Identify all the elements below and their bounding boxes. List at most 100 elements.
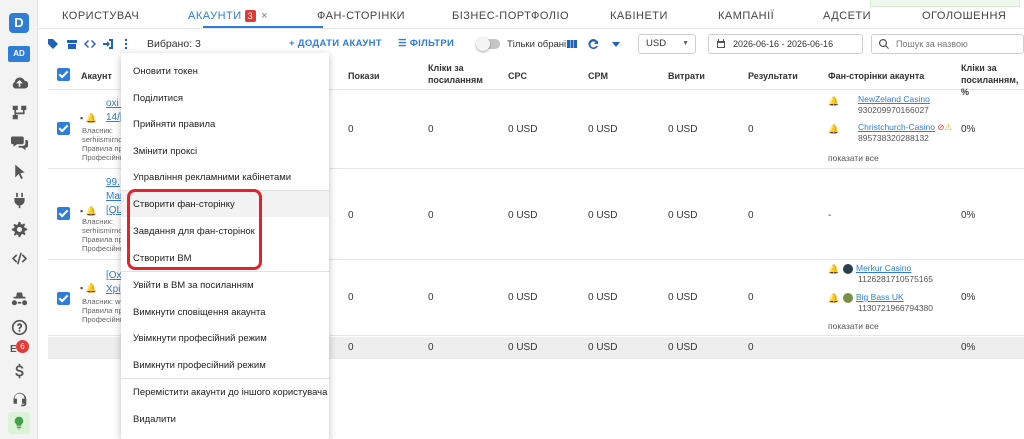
tab-user[interactable]: КОРИСТУВАЧ	[62, 10, 139, 22]
tab-accounts[interactable]: АКАУНТИ 3 ×	[188, 10, 268, 22]
fanpage-link[interactable]: Christchurch-Casino	[858, 122, 935, 132]
comments-icon[interactable]	[9, 133, 29, 151]
date-range-value: 2026-06-16 - 2026-06-16	[733, 39, 834, 49]
tab-fanpages[interactable]: ФАН-СТОРІНКИ	[317, 10, 405, 22]
fanpage-item: Big Bass UK 1130721966794380	[843, 292, 933, 314]
plug-icon[interactable]	[9, 191, 29, 209]
search-input[interactable]: Пошук за назвою	[871, 34, 1024, 54]
row-checkbox[interactable]	[57, 207, 70, 220]
help-icon[interactable]	[9, 318, 29, 336]
total-clicks: 0	[428, 342, 434, 353]
menu-item-change-proxy[interactable]: Змінити проксі	[133, 146, 197, 157]
th-spend[interactable]: Витрати	[668, 70, 705, 82]
menu-item-delete[interactable]: Видалити	[133, 414, 176, 425]
account-status-icons: ▪ 🔔	[80, 283, 97, 293]
bell-icon: 🔔	[828, 264, 840, 274]
menu-item-join-bm-by-link[interactable]: Увійти в ВМ за посиланням	[133, 280, 254, 291]
restricted-icon: ⊘	[937, 122, 945, 132]
only-selected-toggle[interactable]	[476, 37, 500, 51]
only-selected-label: Тільки обрані	[507, 39, 567, 50]
menu-item-refresh-token[interactable]: Оновити токен	[133, 66, 198, 77]
th-cpm[interactable]: CPM	[588, 70, 608, 82]
show-all-link[interactable]: показати все	[828, 153, 879, 163]
menu-item-disable-pro-mode[interactable]: Вимкнути професійний режим	[133, 360, 266, 371]
th-cpc[interactable]: CPC	[508, 70, 527, 82]
currency-value: USD	[646, 38, 667, 49]
cloud-upload-icon[interactable]	[9, 73, 29, 91]
select-all-checkbox[interactable]	[57, 68, 70, 81]
cell-results: 0	[748, 210, 754, 221]
bulb-icon[interactable]	[8, 412, 30, 434]
tab-adsets[interactable]: АДСЕТИ	[823, 10, 871, 22]
fanpage-avatar	[843, 292, 853, 303]
row-checkbox[interactable]	[57, 122, 70, 135]
th-fanpages[interactable]: Фан-сторінки акаунта	[828, 70, 924, 82]
total-ctr: 0%	[961, 342, 976, 353]
more-vertical-icon[interactable]	[120, 38, 132, 50]
filters-button[interactable]: ☰ ФІЛЬТРИ	[398, 38, 454, 49]
left-sidebar: D AD E 6	[0, 0, 38, 439]
row-checkbox[interactable]	[57, 292, 70, 305]
cell-cpc: 0 USD	[508, 210, 538, 221]
currency-select[interactable]: USD ▼	[638, 34, 696, 54]
th-results[interactable]: Результати	[748, 70, 798, 82]
th-account[interactable]: Акаунт	[81, 70, 112, 82]
cell-cpm: 0 USD	[588, 210, 618, 221]
archive-icon[interactable]	[66, 38, 78, 50]
active-tab-underline	[203, 26, 323, 28]
cell-cpc: 0 USD	[508, 124, 538, 135]
menu-item-enable-pro-mode[interactable]: Увімкнути професійний режим	[133, 333, 267, 344]
gear-icon[interactable]	[9, 220, 29, 238]
spy-icon[interactable]	[9, 289, 29, 307]
fanpage-link[interactable]: NewZeland Casino	[858, 94, 930, 105]
bell-icon: 🔔	[828, 293, 840, 303]
menu-item-disable-notifications[interactable]: Вимкнути сповіщення акаунта	[133, 307, 266, 318]
code-icon[interactable]	[9, 249, 29, 267]
fanpage-id: 930209970166027	[858, 105, 929, 115]
fanpage-link[interactable]: Big Bass UK	[856, 292, 904, 302]
chevron-down-icon[interactable]	[610, 38, 622, 50]
menu-item-accept-rules[interactable]: Прийняти правила	[133, 119, 215, 130]
tab-cabinets[interactable]: КАБІНЕТИ	[610, 10, 668, 22]
total-spend: 0 USD	[668, 342, 698, 353]
cell-spend: 0 USD	[668, 292, 698, 303]
sitemap-icon[interactable]	[9, 103, 29, 121]
menu-item-share[interactable]: Поділитися	[133, 93, 183, 104]
menu-item-manage-ad-accounts[interactable]: Управління рекламними кабінетами	[133, 172, 291, 183]
columns-icon[interactable]	[566, 38, 578, 50]
toggle-knob	[476, 37, 490, 51]
total-cpm: 0 USD	[588, 342, 618, 353]
fanpage-link[interactable]: Merkur Casino	[856, 263, 911, 273]
headset-icon[interactable]	[9, 390, 29, 408]
show-all-link[interactable]: показати все	[828, 321, 879, 331]
date-range-picker[interactable]: 2026-06-16 - 2026-06-16	[708, 34, 863, 54]
th-impressions[interactable]: Покази	[348, 70, 380, 82]
cell-impressions: 0	[348, 292, 354, 303]
tags-icon[interactable]	[47, 38, 59, 50]
tab-business-portfolio[interactable]: БІЗНЕС-ПОРТФОЛІО	[452, 10, 569, 22]
tab-ads[interactable]: ОГОЛОШЕННЯ	[922, 10, 1006, 22]
total-impressions: 0	[348, 342, 354, 353]
add-account-button[interactable]: + ДОДАТИ АКАУНТ	[289, 38, 382, 49]
tab-campaigns[interactable]: КАМПАНІЇ	[718, 10, 774, 22]
cell-ctr: 0%	[961, 292, 976, 303]
dollar-icon[interactable]	[9, 362, 29, 380]
menu-item-move-accounts[interactable]: Перемістити акаунти до іншого користувач…	[133, 387, 327, 398]
ad-icon[interactable]: AD	[8, 46, 30, 62]
pointer-icon[interactable]	[9, 162, 29, 180]
code-icon[interactable]	[84, 38, 96, 50]
th-clicks[interactable]: Кліки за посиланням	[428, 62, 488, 86]
notification-badge: 6	[16, 340, 29, 353]
fanpage-item: Merkur Casino 1126281710575165	[843, 263, 933, 285]
cell-spend: 0 USD	[668, 124, 698, 135]
close-icon[interactable]: ×	[261, 10, 268, 22]
logo-icon[interactable]: D	[9, 13, 29, 33]
sign-in-icon[interactable]	[102, 38, 114, 50]
calendar-icon	[717, 39, 725, 48]
refresh-icon[interactable]	[587, 38, 599, 50]
cell-clicks: 0	[428, 210, 434, 221]
fanpage-line: Big Bass UK	[843, 292, 933, 303]
fanpage-id: 1130721966794380	[858, 303, 934, 313]
account-status-icons: ▪ 🔔	[80, 113, 97, 123]
cell-impressions: 0	[348, 124, 354, 135]
